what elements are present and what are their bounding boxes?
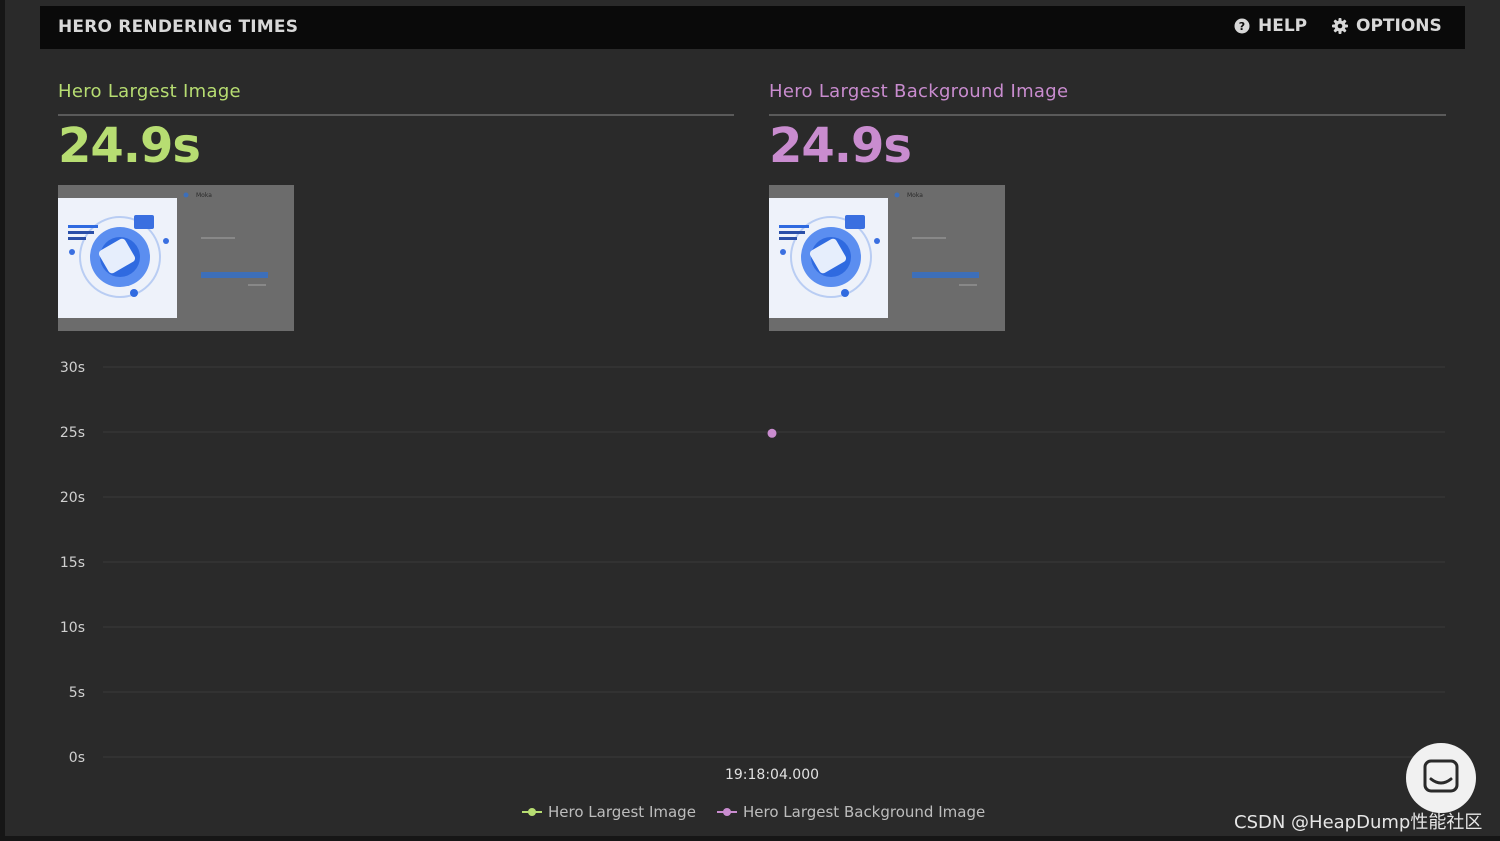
y-tick-label: 25s [60, 425, 85, 441]
legend-label: Hero Largest Image [548, 803, 696, 821]
x-tick-label: 19:18:04.000 [725, 767, 819, 783]
chat-launcher-button[interactable] [1406, 743, 1476, 813]
chat-icon [1423, 759, 1459, 793]
legend-marker [717, 807, 737, 817]
y-tick-label: 20s [60, 490, 85, 506]
y-tick-label: 5s [69, 685, 85, 701]
legend-item-hero-largest-image[interactable]: Hero Largest Image [522, 803, 696, 821]
legend-marker [522, 807, 542, 817]
y-tick-label: 10s [60, 620, 85, 636]
dashboard-panel: HERO RENDERING TIMES ? HELP OPTIONS Hero… [0, 0, 1500, 841]
legend-label: Hero Largest Background Image [743, 803, 986, 821]
watermark: CSDN @HeapDump性能社区 [1234, 812, 1483, 833]
y-tick-label: 15s [60, 555, 85, 571]
window-edge [0, 836, 1500, 841]
data-point [767, 428, 777, 438]
y-tick-label: 0s [69, 750, 85, 766]
y-tick-label: 30s [60, 360, 85, 376]
hero-timing-chart: 0s 5s 10s 15s 20s 25s 30s 19:18:04.000 [60, 360, 1445, 783]
legend-item-hero-largest-background-image[interactable]: Hero Largest Background Image [717, 803, 985, 821]
